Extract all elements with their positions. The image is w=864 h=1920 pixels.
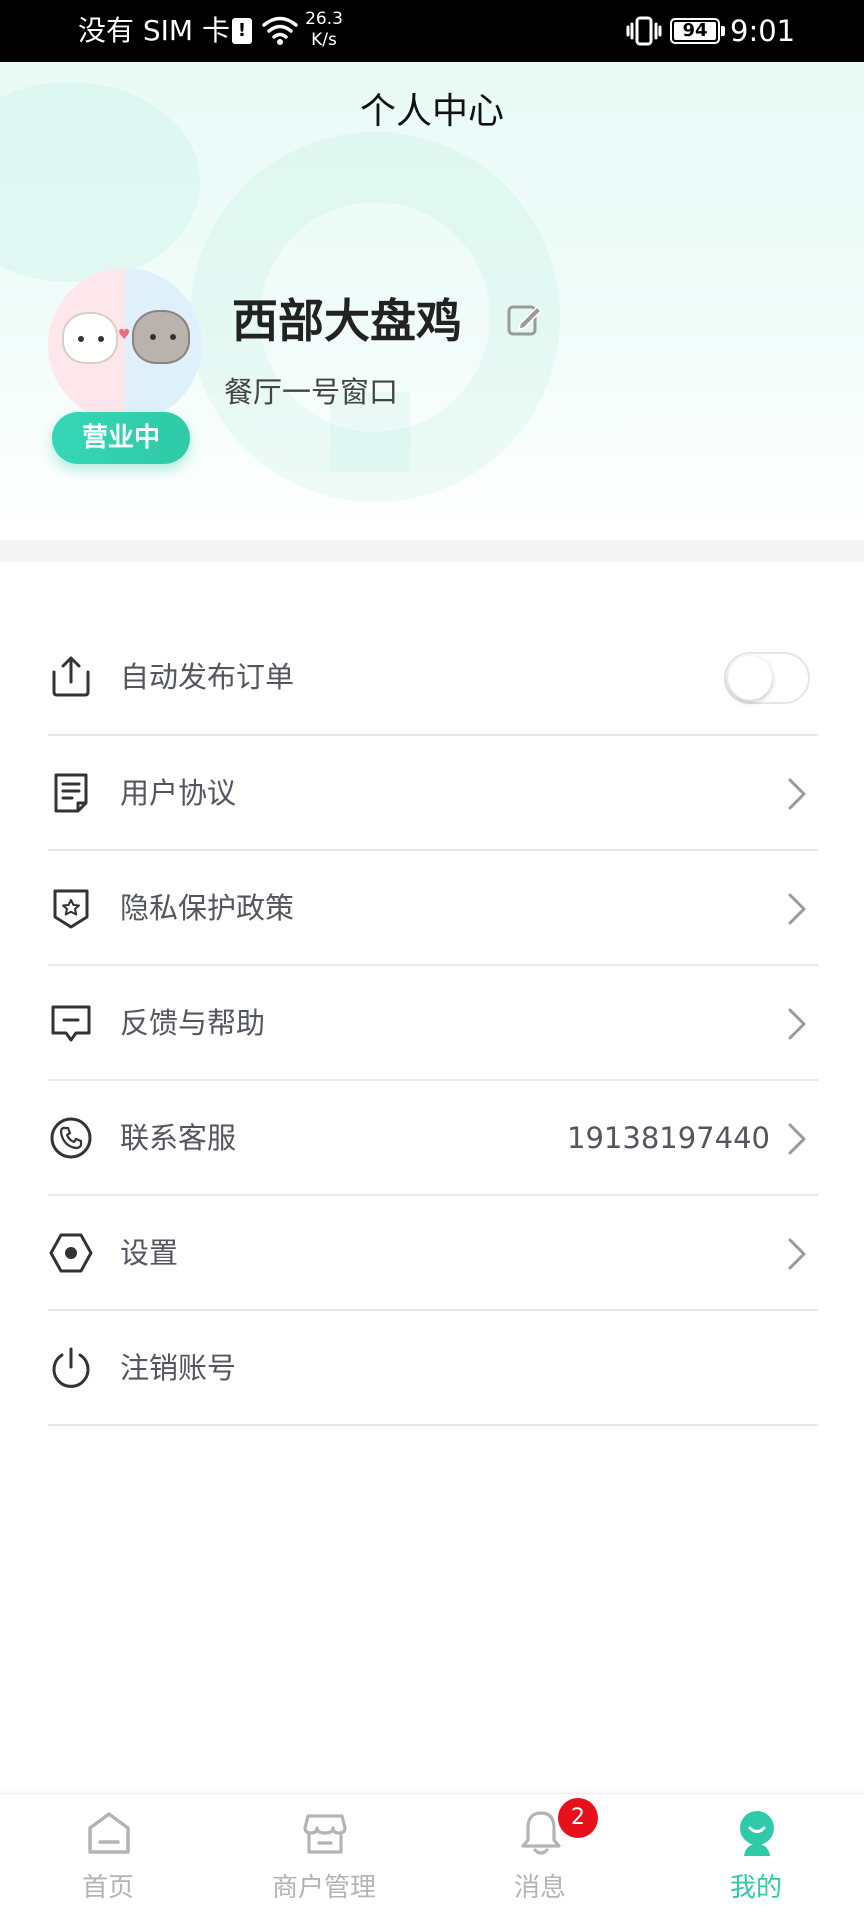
menu-label: 用户协议 [120,776,237,810]
tab-label: 首页 [81,1873,134,1903]
menu-item-settings[interactable]: 设置 [48,1196,818,1311]
upload-share-icon [52,656,90,697]
bottom-tab-bar: 首页 商户管理 2 消息 我的 [0,1793,864,1920]
network-speed-value: 26.3 [305,9,343,29]
settings-menu: 自动发布订单 用户协议 隐私保护政策 反馈与帮助 联系客服 1913819744… [48,562,818,1426]
carrier-text: 没有 SIM 卡 [78,14,230,47]
network-speed: 26.3 K/s [302,9,346,51]
menu-label: 联系客服 [120,1121,237,1155]
menu-item-privacy-policy[interactable]: 隐私保护政策 [48,851,818,966]
battery-level: 94 [682,20,708,41]
menu-item-user-agreement[interactable]: 用户协议 [48,736,818,851]
phone-icon [50,1117,92,1159]
menu-label: 注销账号 [120,1351,237,1385]
message-icon [51,1005,91,1042]
menu-item-auto-publish[interactable]: 自动发布订单 [48,562,818,736]
store-icon [303,1814,347,1854]
profile-page: 没有 SIM 卡 26.3 K/s 94 9:01 个人中心 [0,0,864,1920]
chevron-right-icon [788,778,806,810]
avatar[interactable]: ♥ [48,268,202,422]
wifi-icon [262,16,298,45]
customer-service-phone: 19138197440 [567,1121,770,1155]
tab-home[interactable]: 首页 [0,1794,216,1920]
toggle-knob [728,656,772,700]
clock: 9:01 [730,14,796,48]
battery-cap [721,26,725,36]
battery-icon: 94 [670,18,720,44]
edit-icon[interactable] [506,302,542,338]
heart-icon: ♥ [118,327,131,343]
vibrate-icon [626,16,662,46]
unread-badge: 2 [558,1798,598,1838]
chevron-right-icon [788,1008,806,1040]
store-name: 西部大盘鸡 [232,294,462,348]
tab-label: 我的 [729,1873,782,1903]
menu-label: 反馈与帮助 [120,1006,266,1040]
chevron-right-icon [788,1123,806,1155]
menu-item-delete-account[interactable]: 注销账号 [48,1311,818,1426]
chevron-right-icon [788,1238,806,1270]
chevron-right-icon [788,893,806,925]
tab-label: 消息 [513,1873,566,1903]
shield-star-icon [53,889,89,929]
menu-item-customer-service[interactable]: 联系客服 19138197440 [48,1081,818,1196]
home-icon [88,1812,130,1854]
status-bar: 没有 SIM 卡 26.3 K/s 94 9:01 [0,0,864,62]
menu-label: 设置 [120,1236,179,1270]
document-icon [54,773,88,813]
menu-item-feedback[interactable]: 反馈与帮助 [48,966,818,1081]
avatar-cat-white [62,312,118,364]
store-window: 餐厅一号窗口 [224,375,399,409]
power-icon [52,1347,90,1388]
hexagon-settings-icon [49,1233,93,1273]
profile-header: 个人中心 ♥ 营业中 西部大盘鸡 餐厅一号窗口 [0,62,864,540]
menu-label: 自动发布订单 [120,660,295,694]
tab-messages[interactable]: 2 消息 [432,1794,648,1920]
section-divider [0,540,864,562]
menu-label: 隐私保护政策 [120,891,295,925]
business-status-badge[interactable]: 营业中 [52,412,190,464]
avatar-cat-grey [132,310,190,364]
sim-alert-icon [232,18,252,44]
auto-publish-toggle[interactable] [724,652,810,704]
tab-merchant-management[interactable]: 商户管理 [216,1794,432,1920]
network-speed-unit: K/s [311,30,337,50]
page-title: 个人中心 [359,91,504,132]
tab-label: 商户管理 [271,1873,376,1903]
profile-icon [740,1811,774,1856]
tab-mine[interactable]: 我的 [648,1794,864,1920]
